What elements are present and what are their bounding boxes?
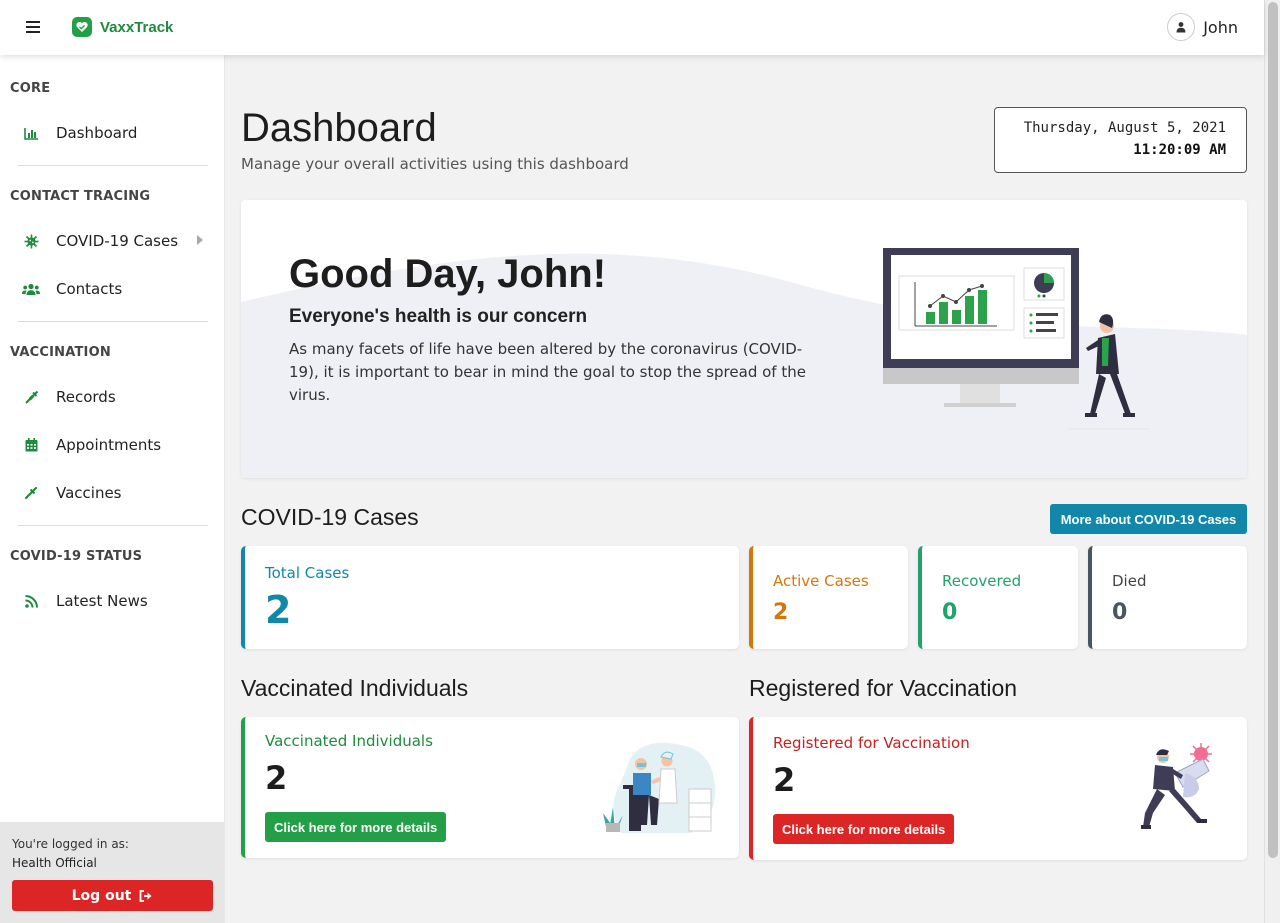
- registered-section-title: Registered for Vaccination: [749, 675, 1018, 701]
- registered-card-label: Registered for Vaccination: [773, 734, 970, 752]
- sidebar-heading-contact-tracing: CONTACT TRACING: [10, 189, 151, 204]
- sidebar-heading-vaccination: VACCINATION: [10, 345, 111, 360]
- vaccine-fight-illustration: [1141, 743, 1212, 829]
- sidebar-footer: You're logged in as: Health Official Log…: [0, 822, 225, 923]
- logged-in-label: You're logged in as:: [12, 837, 129, 851]
- brand[interactable]: VaxxTrack: [72, 17, 173, 37]
- sidebar-divider: [18, 525, 208, 526]
- chart-bar-icon: [21, 127, 41, 140]
- sidebar-item-label: Records: [56, 388, 116, 406]
- more-about-cases-button[interactable]: More about COVID-19 Cases: [1050, 504, 1247, 534]
- welcome-banner: Good Day, John! Everyone's health is our…: [241, 200, 1247, 478]
- sidebar-item-latest-news[interactable]: Latest News: [0, 581, 225, 621]
- active-cases-value: 2: [773, 600, 789, 625]
- caret-right-icon: [197, 235, 203, 245]
- sidebar-heading-covid-status: COVID-19 STATUS: [10, 549, 143, 564]
- calendar-icon: [21, 438, 41, 452]
- syringe-icon: [21, 390, 41, 405]
- sidebar-heading-core: CORE: [10, 81, 51, 96]
- sidebar-item-label: Dashboard: [56, 124, 138, 142]
- sidebar-item-label: Contacts: [56, 280, 123, 298]
- total-cases-value: 2: [265, 588, 292, 632]
- total-cases-card[interactable]: Total Cases 2: [241, 546, 739, 649]
- eyedropper-icon: [21, 486, 41, 500]
- welcome-title: Good Day, John!: [289, 252, 607, 296]
- vaccinated-section-title: Vaccinated Individuals: [241, 675, 469, 701]
- recovered-label: Recovered: [942, 572, 1022, 590]
- virus-icon: [21, 234, 41, 249]
- user-icon: [1167, 13, 1196, 41]
- user-role: Health Official: [12, 856, 97, 870]
- sidebar-divider: [18, 165, 208, 166]
- sidebar-item-label: Appointments: [56, 436, 162, 454]
- died-card[interactable]: Died 0: [1088, 546, 1247, 649]
- users-icon: [21, 283, 41, 296]
- vaccinated-value: 2: [265, 759, 288, 797]
- sidebar: CORE Dashboard CONTACT TRACING COVID-19 …: [0, 55, 225, 923]
- active-cases-card[interactable]: Active Cases 2: [749, 546, 908, 649]
- user-name: John: [1203, 17, 1238, 37]
- cases-section-title: COVID-19 Cases: [241, 504, 419, 530]
- sidebar-item-label: Vaccines: [56, 484, 122, 502]
- current-date: Thursday, August 5, 2021: [1023, 120, 1226, 136]
- brand-name: VaxxTrack: [100, 18, 174, 36]
- registered-value: 2: [773, 761, 796, 799]
- rss-icon: [21, 594, 41, 608]
- recovered-value: 0: [942, 600, 958, 625]
- sidebar-item-label: COVID-19 Cases: [56, 232, 179, 250]
- logout-label: Log out: [71, 887, 132, 904]
- top-navbar: VaxxTrack John: [0, 0, 1264, 55]
- sidebar-item-dashboard[interactable]: Dashboard: [0, 113, 225, 153]
- sidebar-item-contacts[interactable]: Contacts: [0, 269, 225, 309]
- scrollbar[interactable]: [1264, 0, 1280, 923]
- vaccination-illustration: [603, 742, 716, 833]
- vaccinated-card-label: Vaccinated Individuals: [265, 732, 433, 750]
- died-value: 0: [1112, 600, 1128, 625]
- sidebar-item-label: Latest News: [56, 592, 148, 610]
- active-cases-label: Active Cases: [773, 572, 869, 590]
- scrollbar-thumb[interactable]: [1268, 2, 1278, 858]
- page-title: Dashboard: [241, 106, 437, 150]
- sidebar-item-vaccines[interactable]: Vaccines: [0, 473, 225, 513]
- page-subtitle: Manage your overall activities using thi…: [241, 155, 629, 173]
- menu-toggle-icon[interactable]: [26, 18, 45, 36]
- vaccinated-details-button[interactable]: Click here for more details: [265, 812, 447, 842]
- died-label: Died: [1112, 572, 1147, 590]
- dashboard-illustration: [883, 248, 1150, 430]
- registered-card: Registered for Vaccination 2 Click here …: [749, 717, 1247, 860]
- current-time: 11:20:09 AM: [1133, 142, 1226, 158]
- sidebar-item-appointments[interactable]: Appointments: [0, 425, 225, 465]
- user-menu[interactable]: John: [1167, 13, 1238, 41]
- recovered-card[interactable]: Recovered 0: [918, 546, 1078, 649]
- vaccinated-card: Vaccinated Individuals 2 Click here for …: [241, 717, 739, 858]
- logout-button[interactable]: Log out: [12, 880, 213, 911]
- total-cases-label: Total Cases: [265, 564, 350, 582]
- heart-logo-icon: [72, 17, 92, 37]
- date-time-display: Thursday, August 5, 2021 11:20:09 AM: [994, 107, 1247, 173]
- welcome-text: As many facets of life have been altered…: [289, 340, 806, 404]
- sidebar-divider: [18, 321, 208, 322]
- registered-details-button[interactable]: Click here for more details: [773, 814, 955, 844]
- sidebar-item-records[interactable]: Records: [0, 377, 225, 417]
- sign-out-icon: [139, 889, 153, 902]
- welcome-subtitle: Everyone's health is our concern: [289, 306, 588, 327]
- sidebar-item-covid-cases[interactable]: COVID-19 Cases: [0, 221, 225, 261]
